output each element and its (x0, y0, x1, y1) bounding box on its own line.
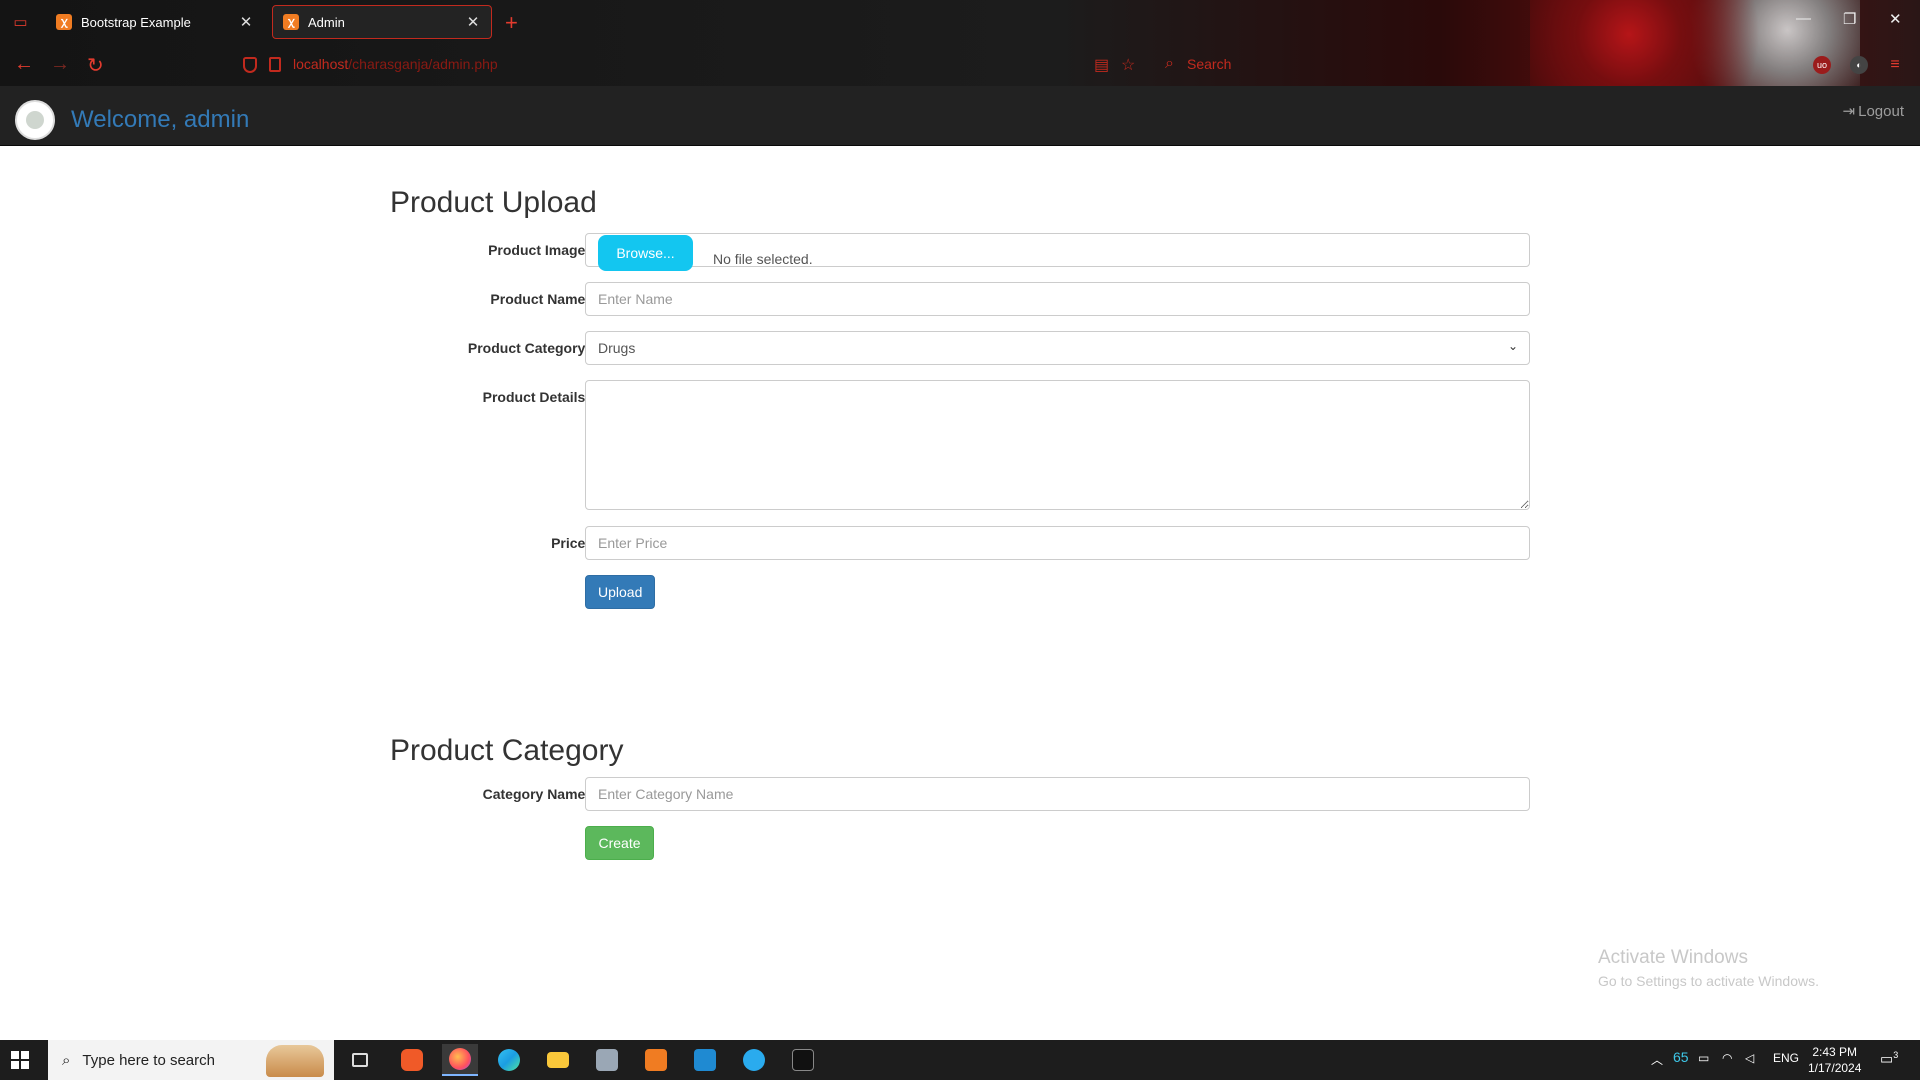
brave-browser-icon[interactable] (394, 1044, 430, 1076)
minimize-icon[interactable]: — (1796, 10, 1811, 27)
close-window-icon[interactable]: ✕ (1889, 10, 1902, 28)
task-view-icon[interactable] (342, 1044, 378, 1076)
category-section-title: Product Category (390, 734, 624, 767)
site-logo[interactable] (15, 100, 55, 140)
terminal-icon[interactable] (785, 1044, 821, 1076)
watermark-title: Activate Windows (1598, 947, 1748, 968)
telegram-icon[interactable] (736, 1044, 772, 1076)
volume-icon[interactable]: ◁ (1745, 1051, 1754, 1065)
create-button-row: Create (390, 826, 1530, 875)
reload-icon[interactable]: ↻ (87, 53, 104, 78)
logout-label: Logout (1858, 102, 1904, 120)
xampp-icon[interactable] (638, 1044, 674, 1076)
nav-toolbar: ← → ↻ localhost/charasganja/admin.php ▤ … (0, 46, 1920, 86)
taskbar-search-placeholder: Type here to search (82, 1051, 215, 1069)
tab-label: Admin (308, 14, 345, 30)
url-path: /charasganja/admin.php (348, 56, 498, 72)
clock-time: 2:43 PM (1812, 1045, 1858, 1059)
search-box[interactable]: Search (1187, 56, 1231, 72)
notification-count: 3 (1893, 1050, 1899, 1060)
temperature-reading: 65 (1673, 1049, 1689, 1065)
file-explorer-icon[interactable] (540, 1044, 576, 1076)
battery-icon[interactable]: ▭ (1698, 1051, 1709, 1065)
extension-icon[interactable]: ◐ (1850, 56, 1868, 74)
address-bar[interactable]: localhost/charasganja/admin.php (293, 56, 498, 72)
login-icon: ⇥ (1842, 103, 1856, 120)
logout-link[interactable]: ⇥ Logout (1842, 102, 1904, 121)
category-name-input[interactable] (585, 777, 1530, 811)
browse-button[interactable]: Browse... (598, 235, 693, 271)
name-label: Product Name: (490, 291, 590, 307)
windows-taskbar: ⌕ Type here to search ︿ 65 ▭ ◠ ◁ ENG 2:4… (0, 1040, 1920, 1080)
category-name-row: Category Name: (390, 777, 1530, 826)
ublock-extension-icon[interactable]: uo (1813, 56, 1831, 74)
name-row: Product Name: (390, 282, 1530, 331)
details-label: Product Details: (482, 389, 590, 405)
firefox-icon[interactable] (442, 1044, 478, 1076)
search-highlight-image (266, 1045, 324, 1077)
details-row: Product Details: (390, 380, 1530, 526)
create-button[interactable]: Create (585, 826, 654, 860)
xampp-favicon-icon: ꭓ (56, 14, 72, 30)
wifi-icon[interactable]: ◠ (1722, 1051, 1732, 1065)
product-name-input[interactable] (585, 282, 1530, 316)
restore-icon[interactable]: ❐ (1843, 10, 1856, 28)
new-tab-icon[interactable]: + (505, 10, 518, 36)
search-icon: ⌕ (62, 1051, 71, 1069)
reader-view-icon[interactable]: ▤ (1094, 55, 1109, 75)
activate-windows-watermark: Activate Windows Go to Settings to activ… (1598, 947, 1819, 989)
tab-bar: ▭ ꭓ Bootstrap Example ✕ ꭓ Admin ✕ + — ❐ … (0, 0, 1920, 45)
category-row: Product Category: Drugs ⌄ (390, 331, 1530, 380)
clock-date: 1/17/2024 (1808, 1061, 1862, 1075)
file-status: No file selected. (713, 251, 813, 267)
forward-icon[interactable]: → (50, 53, 70, 76)
taskbar-search-box[interactable]: ⌕ Type here to search (48, 1040, 334, 1080)
search-icon: ⌕ (1165, 55, 1174, 72)
url-host: localhost (293, 56, 349, 72)
edge-icon[interactable] (491, 1044, 527, 1076)
upload-button-row: Upload (390, 575, 1530, 624)
price-row: Price: (390, 526, 1530, 575)
file-input[interactable]: Browse... No file selected. (585, 233, 1530, 271)
tab-label: Bootstrap Example (81, 14, 191, 30)
tab-bootstrap-example[interactable]: ꭓ Bootstrap Example ✕ (46, 5, 264, 39)
vscode-icon[interactable] (687, 1044, 723, 1076)
back-icon[interactable]: ← (14, 53, 34, 76)
close-tab-icon[interactable]: ✕ (465, 13, 481, 31)
tab-list-icon[interactable]: ▭ (11, 13, 30, 32)
tracking-protection-icon[interactable] (243, 57, 257, 73)
tray-overflow-icon[interactable]: ︿ (1651, 1051, 1663, 1068)
notifications-icon[interactable]: ▭3 (1880, 1050, 1898, 1068)
windows-start-icon[interactable] (11, 1051, 29, 1069)
upload-button[interactable]: Upload (585, 575, 655, 609)
category-name-label: Category Name: (482, 786, 590, 802)
xampp-favicon-icon: ꭓ (283, 14, 299, 30)
category-label: Product Category: (467, 340, 590, 356)
image-label: Product Image: (488, 242, 590, 258)
category-select-wrapper: Drugs ⌄ (585, 331, 1530, 365)
site-navbar: Welcome, admin ⇥ Logout (0, 86, 1920, 146)
page-info-icon[interactable] (269, 57, 281, 72)
settings-app-icon[interactable] (589, 1044, 625, 1076)
bookmark-star-icon[interactable]: ☆ (1121, 55, 1135, 75)
category-select[interactable]: Drugs (585, 331, 1530, 365)
browser-chrome: ▭ ꭓ Bootstrap Example ✕ ꭓ Admin ✕ + — ❐ … (0, 0, 1920, 86)
price-input[interactable] (585, 526, 1530, 560)
close-tab-icon[interactable]: ✕ (238, 13, 254, 31)
language-indicator[interactable]: ENG (1773, 1051, 1799, 1065)
clock[interactable]: 2:43 PM 1/17/2024 (1808, 1044, 1861, 1076)
app-menu-icon[interactable]: ≡ (1886, 56, 1904, 74)
main-container: Product Upload Product Image: Browse... … (390, 146, 1530, 875)
image-row: Product Image: Browse... No file selecte… (390, 233, 1530, 282)
upload-section-title: Product Upload (390, 186, 597, 219)
welcome-heading[interactable]: Welcome, admin (71, 106, 249, 134)
logo-badge (26, 111, 44, 129)
watermark-subtitle: Go to Settings to activate Windows. (1598, 973, 1819, 989)
product-details-textarea[interactable] (585, 380, 1530, 510)
tab-admin[interactable]: ꭓ Admin ✕ (272, 5, 492, 39)
